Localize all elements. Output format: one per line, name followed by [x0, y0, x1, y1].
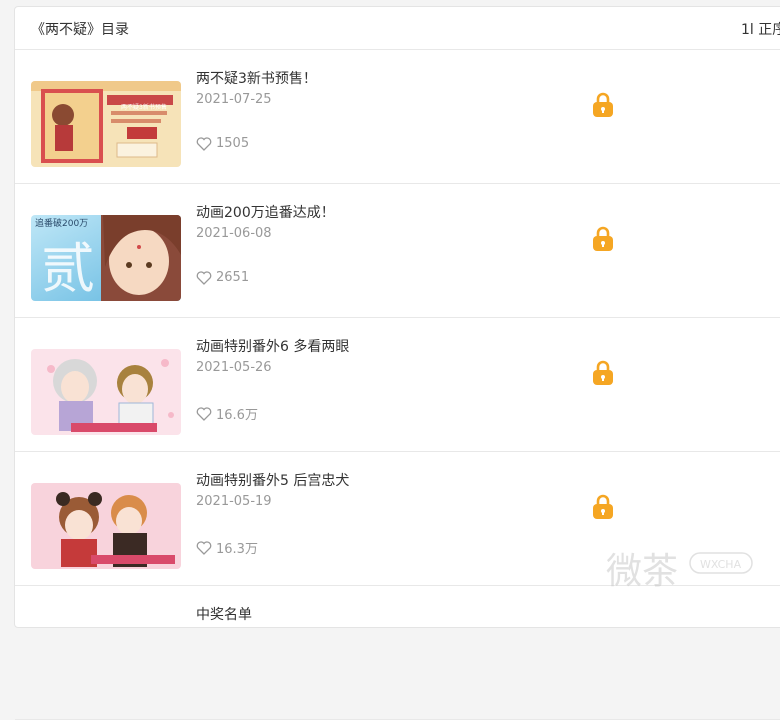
like-count-value: 1505: [216, 136, 250, 151]
like-count-value: 2651: [216, 270, 250, 285]
episode-row[interactable]: 贰 追番破200万 动画200万追番达成！ 2021-06-08 2651: [15, 184, 780, 318]
episode-title[interactable]: 动画特别番外6 多看两眼: [196, 336, 349, 356]
lock-icon: [592, 92, 614, 122]
episode-title[interactable]: 动画200万追番达成！: [196, 202, 335, 222]
episode-title[interactable]: 动画特别番外5 后宫忠犬: [196, 470, 349, 490]
episode-row[interactable]: 中奖名单: [15, 586, 780, 720]
episode-thumbnail[interactable]: [31, 349, 181, 435]
lock-icon: [592, 226, 614, 256]
episode-row[interactable]: 两不疑3新书预售 两不疑3新书预售！ 2021-07-25 1505: [15, 50, 780, 184]
like-count[interactable]: 16.3万: [196, 538, 258, 557]
like-count-value: 16.6万: [216, 408, 258, 423]
heart-icon: [196, 136, 212, 151]
sort-toggle[interactable]: 1l 正序: [741, 19, 780, 39]
like-count[interactable]: 1505: [196, 136, 249, 151]
watermark-text: 微茶: [606, 551, 678, 592]
thumb-text: 追番破200万: [35, 217, 88, 229]
thumb-text: 贰: [41, 237, 95, 300]
like-count-value: 16.3万: [216, 542, 258, 557]
episode-date: 2021-07-25: [196, 92, 272, 107]
heart-icon: [196, 406, 212, 421]
episode-title[interactable]: 两不疑3新书预售！: [196, 68, 317, 88]
lock-icon: [592, 360, 614, 390]
heart-icon: [196, 270, 212, 285]
lock-icon: [592, 494, 614, 524]
episode-thumbnail[interactable]: [31, 483, 181, 569]
catalog-panel: 《两不疑》目录 1l 正序 两不疑3新书预售 两不疑3新书预售！ 2021-07…: [14, 6, 780, 720]
episode-date: 2021-06-08: [196, 226, 272, 241]
episode-date: 2021-05-19: [196, 494, 272, 509]
watermark-logo: 微茶 WXCHA: [606, 545, 766, 599]
like-count[interactable]: 16.6万: [196, 404, 258, 423]
thumb-text: 两不疑3新书预售: [121, 103, 167, 111]
heart-icon: [196, 540, 212, 555]
episode-row[interactable]: 动画特别番外6 多看两眼 2021-05-26 16.6万: [15, 318, 780, 452]
episode-date: 2021-05-26: [196, 360, 272, 375]
episode-thumbnail[interactable]: 两不疑3新书预售: [31, 81, 181, 167]
episode-thumbnail[interactable]: 贰 追番破200万: [31, 215, 181, 301]
catalog-title: 《两不疑》目录: [31, 22, 129, 38]
episode-title[interactable]: 中奖名单: [196, 604, 252, 624]
catalog-header: 《两不疑》目录 1l 正序: [15, 7, 780, 50]
like-count[interactable]: 2651: [196, 270, 249, 285]
watermark-sub: WXCHA: [700, 558, 742, 571]
